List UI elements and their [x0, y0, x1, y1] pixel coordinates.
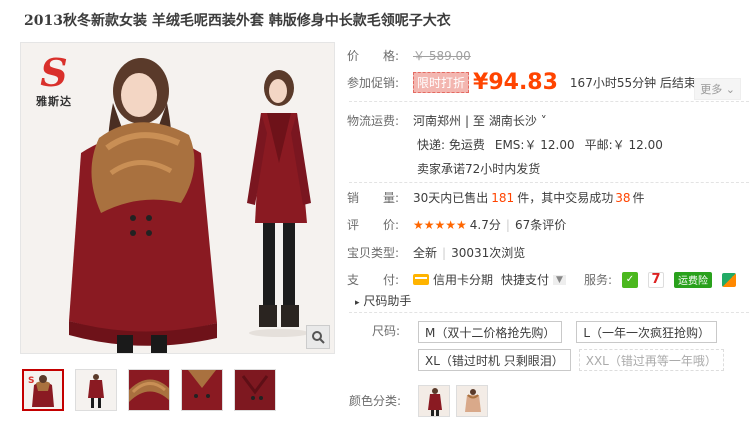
sales-suffix: 件	[632, 191, 645, 205]
logo-mark: S	[40, 50, 68, 95]
service-cube-icon[interactable]	[722, 272, 736, 287]
size-options-row-1: M（双十二价格抢先购） L（一年一次疯狂抢购）	[418, 321, 723, 343]
thumbnail-2[interactable]	[75, 369, 117, 411]
thumbnail-1[interactable]: S	[22, 369, 64, 411]
ems-fee: EMS:￥ 12.00	[494, 138, 575, 152]
more-promos-button[interactable]: 更多 ⌄	[694, 78, 741, 100]
sold-count: 181	[491, 190, 515, 205]
quick-pay-label[interactable]: 快捷支付	[501, 271, 549, 288]
seller-promise[interactable]: 卖家承诺72小时内发货	[417, 160, 540, 177]
original-price: ￥ 589.00	[413, 49, 471, 63]
size-option-xxl[interactable]: XXL（错过再等一年哦）	[578, 349, 724, 371]
divider	[349, 101, 749, 102]
brand-logo: S 雅斯达	[31, 53, 77, 109]
logo-text: 雅斯达	[36, 95, 72, 108]
credit-card-icon	[413, 274, 429, 285]
main-product-image[interactable]: S 雅斯达	[20, 42, 335, 354]
star-rating-icon: ★★★★★	[413, 217, 467, 232]
color-option-camel[interactable]	[456, 385, 488, 417]
original-price-row: 价 格: ￥ 589.00	[347, 47, 471, 64]
type-separator: |	[442, 245, 447, 260]
sales-mid: 件，其中交易成功	[517, 191, 614, 205]
rating-separator: |	[505, 217, 510, 232]
price-label: 价 格:	[347, 49, 400, 63]
sales-prefix: 30天内已售出	[413, 191, 489, 205]
size-option-xl[interactable]: XL（错过时机 只剩眼泪）	[418, 349, 571, 371]
size-label-row: 尺码:	[372, 322, 400, 339]
promo-label: 参加促销:	[347, 76, 400, 90]
guarantee-icon[interactable]: ✓	[622, 271, 638, 288]
type-label: 宝贝类型:	[347, 246, 400, 260]
thumbnail-strip: S	[22, 369, 276, 411]
shipping-insurance-badge[interactable]: 运费险	[674, 271, 712, 288]
size-helper-link[interactable]: ▸ 尺码助手	[355, 292, 411, 309]
item-condition: 全新	[413, 246, 438, 260]
chevron-down-icon[interactable]: ▼	[553, 274, 566, 285]
seller-promise-row: 卖家承诺72小时内发货	[417, 160, 540, 177]
shipping-row: 物流运费: 河南郑州 | 至 湖南长沙 ˅	[347, 112, 547, 129]
ship-to-dropdown[interactable]: 湖南长沙 ˅	[489, 112, 547, 129]
color-label-row: 颜色分类:	[349, 392, 401, 409]
size-option-m[interactable]: M（双十二价格抢先购）	[418, 321, 563, 343]
shipping-fees-row: 快递: 免运费 EMS:￥ 12.00 平邮:￥ 12.00	[417, 136, 663, 153]
success-count: 38	[615, 190, 631, 205]
thumbnail-5[interactable]	[234, 369, 276, 411]
sales-row: 销 量: 30天内已售出 181 件，其中交易成功 38 件	[347, 189, 645, 206]
thumbnail-4[interactable]	[181, 369, 223, 411]
credit-installment-label: 信用卡分期	[433, 273, 494, 287]
thumbnail-3[interactable]	[128, 369, 170, 411]
divider	[349, 182, 749, 183]
divider	[349, 312, 749, 313]
service-label: 服务:	[583, 273, 612, 287]
item-type-row: 宝贝类型: 全新 | 30031次浏览	[347, 244, 525, 261]
promo-price: 94.83	[488, 70, 558, 95]
size-helper-label: 尺码助手	[363, 294, 412, 308]
svg-text:S: S	[28, 376, 34, 386]
payment-label: 支 付:	[347, 273, 400, 287]
magnifier-icon[interactable]	[306, 325, 330, 349]
promo-tag-badge: 限时打折	[413, 72, 470, 93]
size-label: 尺码:	[372, 324, 401, 338]
credit-installment-option[interactable]: 信用卡分期	[413, 271, 493, 288]
reviews-link[interactable]: 67条评价	[515, 216, 566, 233]
ship-separator: | 至	[465, 114, 485, 128]
size-options-row-2: XL（错过时机 只剩眼泪） XXL（错过再等一年哦）	[418, 349, 730, 371]
payment-row: 支 付: 信用卡分期 快捷支付 ▼ 服务: ✓ 7 运费险	[347, 271, 736, 288]
currency-symbol: ¥	[473, 70, 489, 95]
view-count: 30031次浏览	[451, 246, 526, 260]
rating-label: 评 价:	[347, 218, 400, 232]
color-label: 颜色分类:	[349, 394, 402, 408]
promo-countdown: 167小时55分钟 后结束	[569, 76, 696, 90]
shipping-label: 物流运费:	[347, 114, 400, 128]
ship-from: 河南郑州	[413, 114, 462, 128]
rating-score: 4.7分	[469, 218, 501, 232]
express-fee: 快递: 免运费	[417, 138, 485, 152]
size-option-l[interactable]: L（一年一次疯狂抢购）	[576, 321, 718, 343]
color-options-row	[418, 385, 494, 417]
promo-price-row: 参加促销: 限时打折 ¥ 94.83 167小时55分钟 后结束	[347, 70, 696, 95]
color-option-wine-red[interactable]	[418, 385, 450, 417]
seven-day-return-icon[interactable]: 7	[648, 271, 664, 288]
sales-label: 销 量:	[347, 191, 400, 205]
post-fee: 平邮:￥ 12.00	[584, 138, 663, 152]
rating-row: 评 价: ★★★★★ 4.7分 | 67条评价	[347, 216, 566, 233]
